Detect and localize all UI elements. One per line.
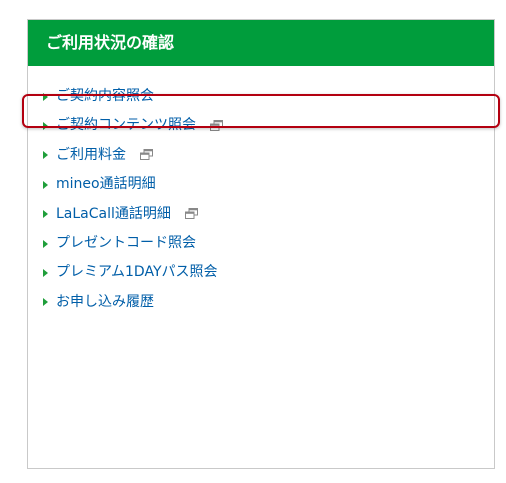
external-window-icon	[185, 207, 199, 219]
panel-title: ご利用状況の確認	[28, 20, 494, 66]
menu-item-application-history[interactable]: お申し込み履歴	[28, 288, 494, 317]
usage-status-panel: ご利用状況の確認 ご契約内容照会 ご契約コンテンツ照会 ご利用料金 mineo通…	[22, 19, 500, 469]
usage-menu: ご契約内容照会 ご契約コンテンツ照会 ご利用料金 mineo通話明細 LaLaC…	[28, 82, 494, 317]
menu-item-present-code[interactable]: プレゼントコード照会	[28, 229, 494, 258]
triangle-right-icon	[43, 122, 48, 131]
menu-item-label: ご利用料金	[56, 146, 126, 163]
menu-item-label: お申し込み履歴	[56, 293, 154, 310]
triangle-right-icon	[43, 180, 48, 189]
external-window-icon	[140, 148, 154, 160]
menu-item-label: プレゼントコード照会	[56, 234, 196, 251]
menu-item-label: プレミアム1DAYパス照会	[56, 264, 218, 281]
triangle-right-icon	[43, 151, 48, 160]
triangle-right-icon	[43, 92, 48, 101]
triangle-right-icon	[43, 210, 48, 219]
menu-item-label: ご契約コンテンツ照会	[56, 117, 196, 134]
menu-item-label: mineo通話明細	[56, 176, 156, 193]
menu-item-mineo-call-details[interactable]: mineo通話明細	[28, 170, 494, 199]
menu-item-lalacall-call-details[interactable]: LaLaCall通話明細	[28, 200, 494, 229]
triangle-right-icon	[43, 239, 48, 248]
triangle-right-icon	[43, 298, 48, 307]
triangle-right-icon	[43, 269, 48, 278]
menu-item-label: LaLaCall通話明細	[56, 205, 171, 222]
menu-item-contract-details[interactable]: ご契約内容照会	[28, 82, 494, 111]
menu-item-contract-contents[interactable]: ご契約コンテンツ照会	[28, 111, 494, 140]
menu-item-usage-fees[interactable]: ご利用料金	[28, 141, 494, 170]
menu-item-premium-1day-pass[interactable]: プレミアム1DAYパス照会	[28, 258, 494, 287]
menu-item-label: ご契約内容照会	[56, 88, 154, 104]
external-window-icon	[210, 119, 224, 131]
